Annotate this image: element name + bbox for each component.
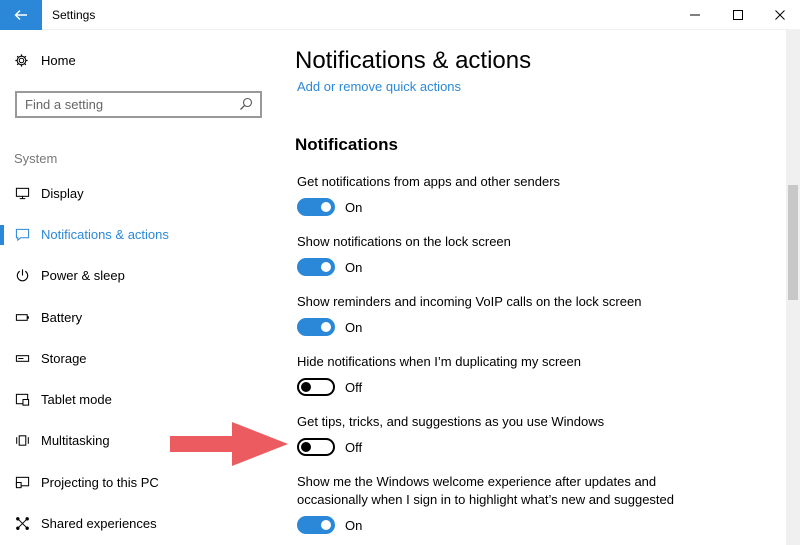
title-bar: Settings: [0, 0, 800, 30]
toggle-state: On: [345, 259, 363, 275]
scrollbar-thumb[interactable]: [788, 185, 798, 300]
sidebar: Home System Display Notifications & acti…: [0, 30, 280, 545]
sidebar-item-notifications[interactable]: Notifications & actions: [0, 214, 280, 254]
page-title: Notifications & actions: [295, 47, 532, 74]
sidebar-item-label: Multitasking: [41, 432, 110, 448]
back-button[interactable]: [0, 0, 42, 30]
toggle-switch[interactable]: [297, 438, 335, 456]
battery-icon: [14, 309, 30, 325]
setting-welcome-experience: Show me the Windows welcome experience a…: [297, 473, 687, 534]
search-box[interactable]: [15, 91, 262, 118]
sidebar-item-label: Tablet mode: [41, 391, 112, 407]
sidebar-item-storage[interactable]: Storage: [0, 338, 280, 378]
setting-lock-screen-notifications: Show notifications on the lock screen On: [297, 233, 777, 276]
setting-tips-tricks: Get tips, tricks, and suggestions as you…: [297, 413, 777, 456]
sidebar-item-label: Notifications & actions: [41, 226, 169, 242]
toggle-switch[interactable]: [297, 198, 335, 216]
toggle-state: On: [345, 319, 363, 335]
toggle-switch[interactable]: [297, 318, 335, 336]
storage-icon: [14, 350, 30, 366]
toggle-switch[interactable]: [297, 378, 335, 396]
projecting-icon: [14, 474, 30, 490]
home-link[interactable]: Home: [14, 53, 76, 68]
search-input[interactable]: [17, 93, 227, 116]
notification-icon: [14, 226, 30, 242]
setting-label: Show me the Windows welcome experience a…: [297, 474, 674, 507]
maximize-button[interactable]: [718, 0, 758, 30]
toggle-state: Off: [345, 439, 363, 455]
toggle-switch[interactable]: [297, 258, 335, 276]
sidebar-item-label: Shared experiences: [41, 515, 157, 531]
quick-actions-link[interactable]: Add or remove quick actions: [297, 79, 461, 94]
power-icon: [14, 267, 30, 283]
minimize-button[interactable]: [675, 0, 715, 30]
back-arrow-icon: [14, 10, 27, 20]
setting-label: Hide notifications when I’m duplicating …: [297, 354, 581, 369]
setting-reminders-voip: Show reminders and incoming VoIP calls o…: [297, 293, 777, 336]
sidebar-item-battery[interactable]: Battery: [0, 297, 280, 337]
gear-icon: [15, 54, 28, 67]
maximize-icon: [733, 10, 743, 20]
sidebar-item-label: Battery: [41, 309, 83, 325]
sidebar-item-label: Display: [41, 185, 84, 201]
notifications-heading: Notifications: [295, 135, 398, 154]
home-label: Home: [41, 53, 76, 68]
sidebar-item-display[interactable]: Display: [0, 173, 280, 213]
sidebar-item-tablet-mode[interactable]: Tablet mode: [0, 379, 280, 419]
search-icon[interactable]: [239, 97, 253, 111]
setting-hide-when-duplicating: Hide notifications when I’m duplicating …: [297, 353, 777, 396]
main-content: Notifications & actions Add or remove qu…: [280, 30, 786, 545]
setting-label: Show reminders and incoming VoIP calls o…: [297, 294, 642, 309]
monitor-icon: [14, 185, 30, 201]
window-title: Settings: [52, 8, 96, 22]
setting-app-notifications: Get notifications from apps and other se…: [297, 173, 777, 216]
shared-icon: [14, 515, 30, 531]
setting-label: Show notifications on the lock screen: [297, 234, 511, 249]
toggle-state: On: [345, 199, 363, 215]
minimize-icon: [690, 14, 700, 16]
sidebar-item-label: Storage: [41, 350, 87, 366]
multitasking-icon: [14, 432, 30, 448]
vertical-scrollbar[interactable]: [786, 30, 800, 545]
sidebar-item-label: Projecting to this PC: [41, 474, 159, 490]
sidebar-item-projecting[interactable]: Projecting to this PC: [0, 462, 280, 502]
close-icon: [775, 10, 785, 20]
section-label-system: System: [14, 151, 58, 166]
sidebar-item-label: Power & sleep: [41, 267, 125, 283]
toggle-state: On: [345, 517, 363, 533]
setting-label: Get notifications from apps and other se…: [297, 174, 561, 189]
toggle-switch[interactable]: [297, 516, 335, 534]
sidebar-item-shared-experiences[interactable]: Shared experiences: [0, 503, 280, 543]
sidebar-item-power[interactable]: Power & sleep: [0, 255, 280, 295]
setting-label: Get tips, tricks, and suggestions as you…: [297, 414, 605, 429]
annotation-arrow-icon: [170, 422, 288, 466]
close-button[interactable]: [760, 0, 800, 30]
toggle-state: Off: [345, 379, 363, 395]
tablet-icon: [14, 391, 30, 407]
